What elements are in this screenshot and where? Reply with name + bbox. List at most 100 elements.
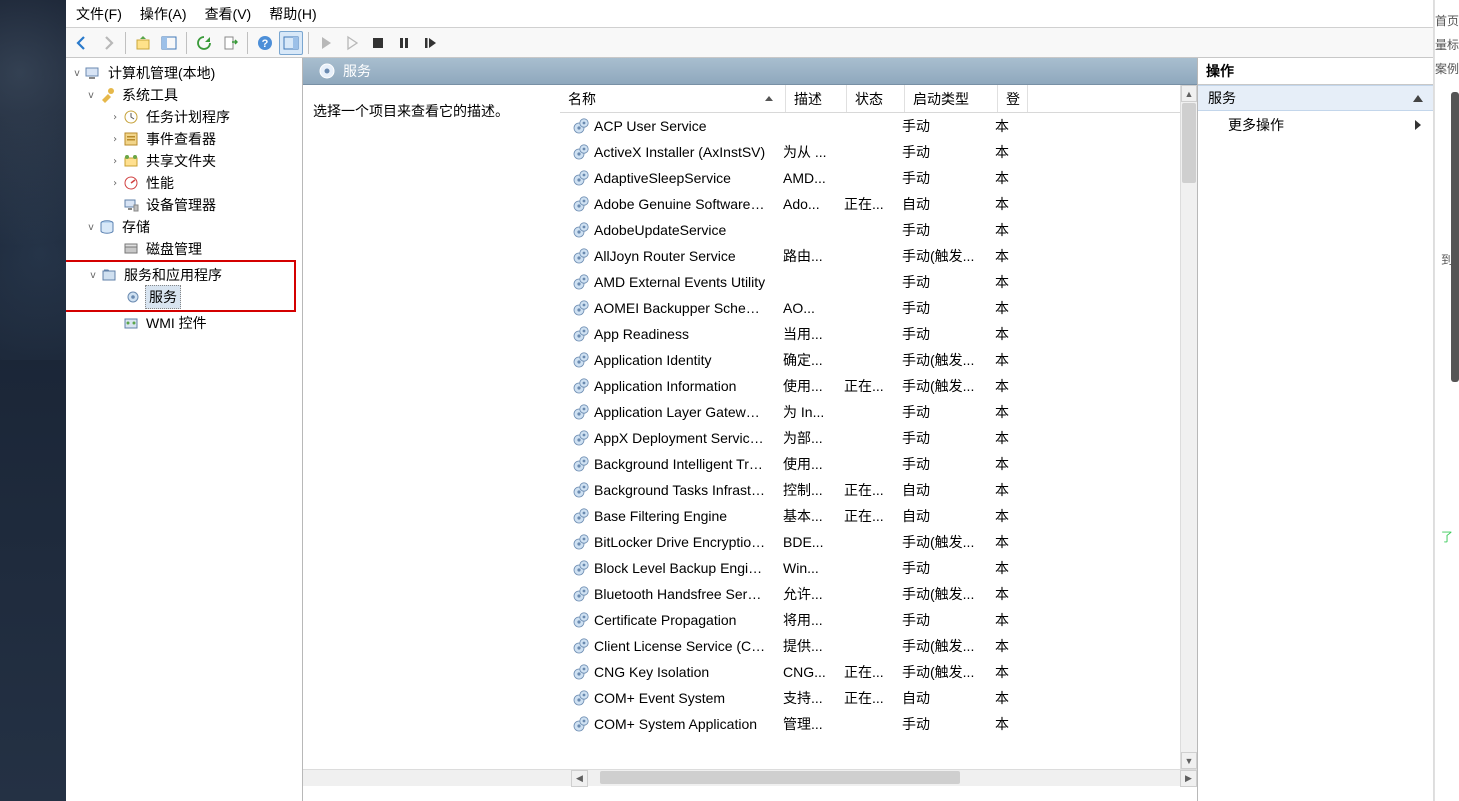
actions-more-label: 更多操作 [1228, 115, 1284, 135]
service-status: 正在... [836, 374, 894, 398]
scroll-down-icon[interactable]: ▼ [1181, 752, 1197, 769]
expand-icon[interactable]: v [84, 222, 98, 233]
menu-help[interactable]: 帮助(H) [269, 4, 316, 24]
forward-button[interactable] [96, 31, 120, 55]
column-status[interactable]: 状态 [847, 85, 905, 112]
services-apps-icon [100, 266, 118, 284]
service-row[interactable]: AMD External Events Utility手动本 [560, 269, 1197, 295]
service-row[interactable]: Bluetooth Handsfree Service允许...手动(触发...… [560, 581, 1197, 607]
start-service-button[interactable] [314, 31, 338, 55]
expand-icon[interactable]: › [108, 112, 122, 123]
expand-icon[interactable]: › [108, 156, 122, 167]
menu-view[interactable]: 查看(V) [205, 4, 252, 24]
service-row[interactable]: CNG Key IsolationCNG...正在...手动(触发...本 [560, 659, 1197, 685]
services-list: 名称 描述 状态 启动类型 登 ACP User Service手动本Activ… [560, 85, 1197, 769]
help-button[interactable]: ? [253, 31, 277, 55]
tree-services-apps[interactable]: v 服务和应用程序 [66, 264, 294, 286]
service-desc: 使用... [775, 374, 836, 398]
restart-service-button[interactable] [418, 31, 442, 55]
scroll-thumb[interactable] [1182, 103, 1196, 183]
refresh-button[interactable] [192, 31, 216, 55]
scroll-left-icon[interactable]: ◀ [571, 770, 588, 787]
service-name: ACP User Service [594, 118, 707, 134]
actions-category[interactable]: 服务 [1198, 85, 1433, 111]
expand-icon[interactable]: v [84, 90, 98, 101]
service-row[interactable]: AdobeUpdateService手动本 [560, 217, 1197, 243]
service-row[interactable]: Background Tasks Infrastru...控制...正在...自… [560, 477, 1197, 503]
service-row[interactable]: Application Layer Gateway ...为 In...手动本 [560, 399, 1197, 425]
tree-system-tools[interactable]: v 系统工具 [66, 84, 302, 106]
expand-icon[interactable]: › [108, 134, 122, 145]
scroll-up-icon[interactable]: ▲ [1181, 85, 1197, 102]
pause-service-button[interactable] [392, 31, 416, 55]
service-row[interactable]: BitLocker Drive Encryption ...BDE...手动(触… [560, 529, 1197, 555]
service-row[interactable]: Adobe Genuine Software I...Ado...正在...自动… [560, 191, 1197, 217]
service-row[interactable]: AOMEI Backupper Schedul...AO...手动本 [560, 295, 1197, 321]
gear-icon [572, 377, 590, 395]
tree-task-scheduler[interactable]: › 任务计划程序 [66, 106, 302, 128]
tree-storage[interactable]: v 存储 [66, 216, 302, 238]
scroll-thumb[interactable] [600, 771, 960, 784]
service-row[interactable]: ACP User Service手动本 [560, 113, 1197, 139]
service-status [836, 566, 894, 570]
tree-event-viewer[interactable]: › 事件查看器 [66, 128, 302, 150]
tree-wmi[interactable]: WMI 控件 [66, 312, 302, 334]
services-header[interactable]: 名称 描述 状态 启动类型 登 [560, 85, 1197, 113]
menu-action[interactable]: 操作(A) [140, 4, 187, 24]
service-logon: 本 [987, 114, 1017, 138]
vertical-scrollbar[interactable]: ▲ ▼ [1180, 85, 1197, 769]
service-logon: 本 [987, 582, 1017, 606]
column-name[interactable]: 名称 [560, 85, 786, 112]
tree-services[interactable]: 服务 [66, 286, 294, 308]
scroll-right-icon[interactable]: ▶ [1180, 770, 1197, 787]
service-row[interactable]: COM+ Event System支持...正在...自动本 [560, 685, 1197, 711]
service-row[interactable]: App Readiness当用...手动本 [560, 321, 1197, 347]
column-logon[interactable]: 登 [998, 85, 1028, 112]
service-row[interactable]: AdaptiveSleepServiceAMD...手动本 [560, 165, 1197, 191]
service-startup: 手动 [894, 556, 987, 580]
stop-service-button[interactable] [366, 31, 390, 55]
navigation-tree[interactable]: v 计算机管理(本地) v 系统工具 › 任务计划程序 › 事件 [66, 58, 303, 801]
column-description[interactable]: 描述 [786, 85, 847, 112]
service-logon: 本 [987, 686, 1017, 710]
tree-performance[interactable]: › 性能 [66, 172, 302, 194]
service-desc: 为从 ... [775, 140, 836, 164]
service-row[interactable]: AppX Deployment Service ...为部...手动本 [560, 425, 1197, 451]
bottom-tabs[interactable] [303, 786, 1197, 801]
start-service-button-2[interactable] [340, 31, 364, 55]
actions-more[interactable]: 更多操作 [1198, 111, 1433, 139]
service-row[interactable]: Application Information使用...正在...手动(触发..… [560, 373, 1197, 399]
gear-icon [572, 117, 590, 135]
page-scrollbar[interactable] [1451, 92, 1459, 382]
event-icon [122, 130, 140, 148]
service-row[interactable]: Application Identity确定...手动(触发...本 [560, 347, 1197, 373]
column-startup[interactable]: 启动类型 [905, 85, 998, 112]
service-logon: 本 [987, 348, 1017, 372]
service-status [836, 722, 894, 726]
service-startup: 手动(触发... [894, 348, 987, 372]
service-row[interactable]: Background Intelligent Tra...使用...手动本 [560, 451, 1197, 477]
show-action-pane-button[interactable] [279, 31, 303, 55]
service-row[interactable]: Client License Service (Clip...提供...手动(触… [560, 633, 1197, 659]
expand-icon[interactable]: v [70, 68, 84, 79]
service-logon: 本 [987, 530, 1017, 554]
menu-file[interactable]: 文件(F) [76, 4, 122, 24]
services-rows[interactable]: ACP User Service手动本ActiveX Installer (Ax… [560, 113, 1197, 769]
expand-icon[interactable]: › [108, 178, 122, 189]
up-button[interactable] [131, 31, 155, 55]
service-row[interactable]: AllJoyn Router Service路由...手动(触发...本 [560, 243, 1197, 269]
back-button[interactable] [70, 31, 94, 55]
service-row[interactable]: COM+ System Application管理...手动本 [560, 711, 1197, 737]
service-row[interactable]: Block Level Backup Engine ...Win...手动本 [560, 555, 1197, 581]
service-row[interactable]: Base Filtering Engine基本...正在...自动本 [560, 503, 1197, 529]
export-button[interactable] [218, 31, 242, 55]
show-hide-tree-button[interactable] [157, 31, 181, 55]
tree-shared-folders[interactable]: › 共享文件夹 [66, 150, 302, 172]
service-row[interactable]: Certificate Propagation将用...手动本 [560, 607, 1197, 633]
service-row[interactable]: ActiveX Installer (AxInstSV)为从 ...手动本 [560, 139, 1197, 165]
tree-root[interactable]: v 计算机管理(本地) [66, 62, 302, 84]
expand-icon[interactable]: v [86, 270, 100, 281]
horizontal-scrollbar[interactable]: ◀ ▶ [303, 769, 1197, 786]
tree-device-manager[interactable]: 设备管理器 [66, 194, 302, 216]
tree-disk-management[interactable]: 磁盘管理 [66, 238, 302, 260]
